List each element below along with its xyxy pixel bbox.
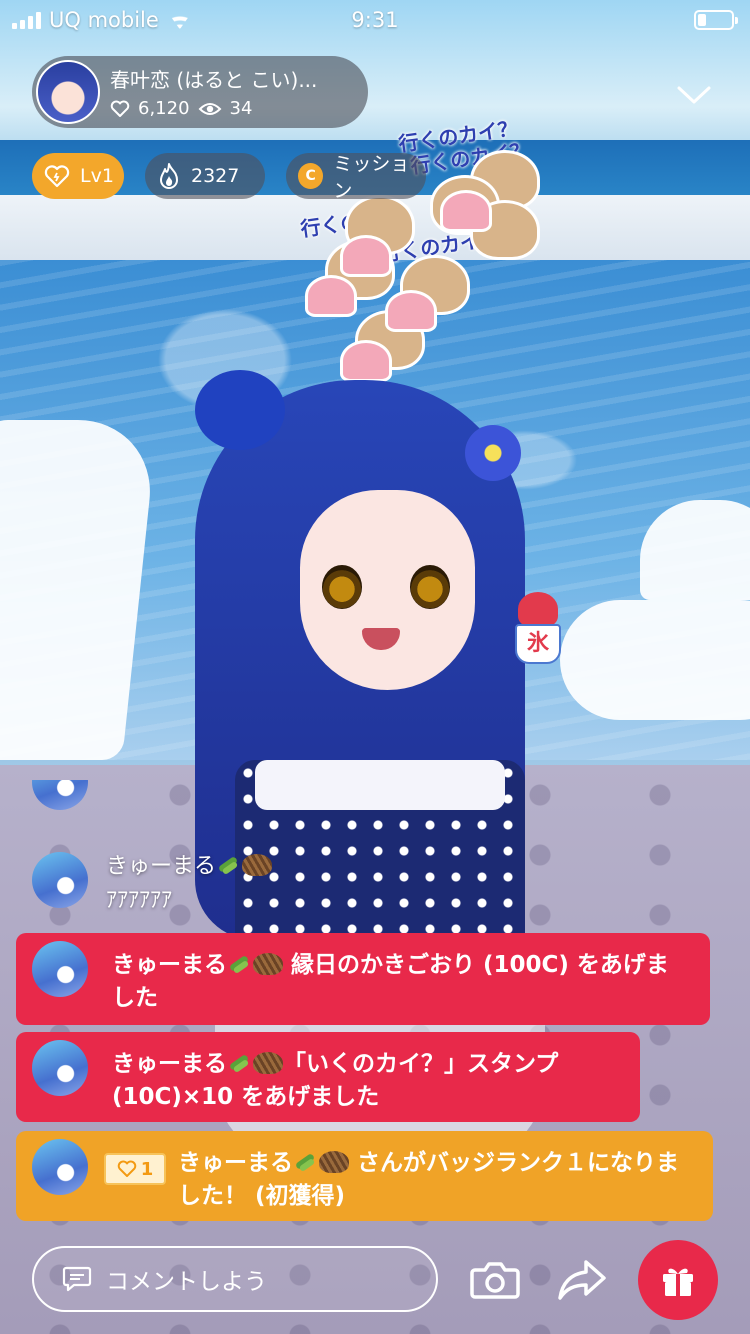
chevron-down-icon[interactable] — [676, 78, 712, 114]
comment-input[interactable]: コメントしよう — [32, 1246, 438, 1312]
avatar-face — [300, 490, 475, 690]
avatar-eye — [322, 565, 362, 609]
gift-icon — [663, 1268, 693, 1296]
hedgehog-icon — [319, 1151, 349, 1173]
fire-icon — [160, 163, 178, 189]
cucumber-icon — [216, 852, 240, 876]
shell-sticker — [340, 235, 392, 277]
likes-count: 6,120 — [138, 98, 190, 119]
hedgehog-icon — [253, 1052, 283, 1074]
gift-message[interactable]: きゅーまる 「いくのカイ？」スタンプ (10C)×10 をあげました — [16, 1032, 640, 1122]
badge-user-name: きゅーまる — [178, 1150, 293, 1176]
clock: 9:31 — [351, 8, 399, 32]
commenter-avatar[interactable] — [32, 852, 88, 908]
share-button[interactable] — [552, 1250, 612, 1310]
cucumber-icon — [227, 1050, 251, 1074]
heart-icon — [110, 100, 130, 117]
status-bar: UQ mobile 9:31 — [0, 0, 750, 40]
shell-sticker — [305, 275, 357, 317]
level-label: Lv1 — [80, 165, 114, 187]
comment-placeholder: コメントしよう — [106, 1269, 267, 1295]
commenter-name-row: きゅーまる — [106, 848, 273, 880]
avatar-dress-collar — [255, 760, 505, 810]
points-label: 2327 — [191, 165, 240, 187]
badge-level: 1 — [140, 1158, 154, 1180]
gift-sender-name: きゅーまる — [112, 1051, 227, 1077]
comment-text: ｱｱｱｱｱｱ — [106, 888, 173, 913]
coin-icon: C — [298, 163, 324, 189]
avatar-mouth — [362, 628, 400, 650]
camera-button[interactable] — [465, 1250, 525, 1310]
streamer-info[interactable]: 春叶恋 (はると こい)... 6,120 34 — [32, 56, 368, 128]
streamer-stats: 6,120 34 — [110, 98, 252, 119]
gift-sender-name: きゅーまる — [112, 952, 227, 978]
commenter-name: きゅーまる — [106, 854, 217, 879]
cucumber-icon — [293, 1149, 317, 1173]
badge-heart-icon — [44, 165, 70, 188]
hair-flower — [465, 425, 521, 481]
cucumber-icon — [227, 951, 251, 975]
commenter-avatar[interactable] — [32, 941, 88, 997]
table-right — [560, 600, 750, 720]
camera-icon — [470, 1262, 520, 1299]
badge-heart-icon — [117, 1160, 136, 1177]
share-icon — [558, 1260, 606, 1300]
commenter-avatar[interactable] — [32, 1139, 88, 1195]
comment-item[interactable]: きゅーまる ｱｱｱｱｱｱ — [32, 852, 432, 913]
badge-rank: 1 — [104, 1153, 166, 1185]
shell-sticker — [385, 290, 437, 332]
battery-icon — [694, 10, 738, 30]
shell-sticker — [440, 190, 492, 232]
comment-avatar-partial — [32, 780, 88, 810]
gift-message[interactable]: きゅーまる 縁日のかきごおり (100C) をあげました — [16, 933, 710, 1025]
hair-bow — [195, 370, 285, 450]
streamer-name: 春叶恋 (はると こい)... — [110, 68, 318, 92]
avatar-eye — [410, 565, 450, 609]
shaved-ice-gift: 氷 — [513, 592, 563, 670]
streamer-avatar[interactable] — [36, 60, 100, 124]
mission-label: ミッション — [333, 153, 410, 199]
eye-icon — [198, 102, 221, 115]
hedgehog-icon — [242, 854, 273, 876]
level-chip[interactable]: Lv1 — [32, 153, 124, 199]
comment-icon — [62, 1266, 92, 1292]
hedgehog-icon — [253, 953, 283, 975]
badge-message[interactable]: 1 きゅーまる さんがバッジランク１になりました！ (初獲得) — [16, 1131, 713, 1221]
gift-button[interactable] — [638, 1240, 718, 1320]
shaved-ice-mark: 氷 — [515, 624, 561, 664]
mission-chip[interactable]: C ミッション — [286, 153, 426, 199]
viewer-count: 34 — [229, 98, 253, 119]
shell-sticker — [340, 340, 392, 382]
commenter-avatar[interactable] — [32, 1040, 88, 1096]
points-chip[interactable]: 2327 — [145, 153, 265, 199]
